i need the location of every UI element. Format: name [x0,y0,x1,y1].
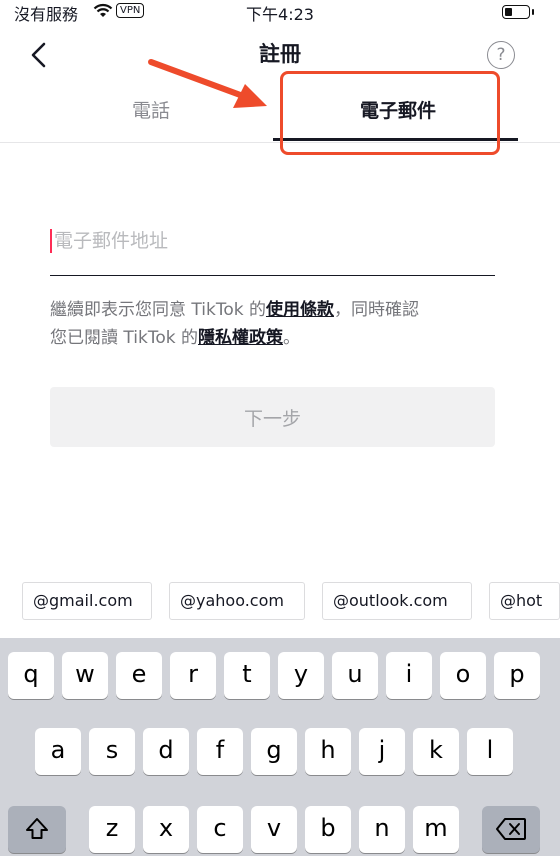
terms-text: 繼續即表示您同意 TikTok 的 [50,300,266,320]
terms-notice: 繼續即表示您同意 TikTok 的使用條款，同時確認 您已閱讀 TikTok 的… [50,296,510,352]
terms-text: ，同時確認 [333,300,419,320]
key-c[interactable]: c [197,806,243,853]
annotation-highlight-box [280,71,500,155]
suggestion-yahoo[interactable]: @yahoo.com [169,582,305,620]
page-title: 註冊 [259,42,301,66]
shift-key[interactable] [8,806,66,853]
keyboard: q w e r t y u i o p a s d f g h j k l z … [0,638,560,856]
clock: 下午4:23 [246,5,314,24]
key-e[interactable]: e [116,652,162,699]
privacy-policy-link[interactable]: 隱私權政策 [198,328,283,348]
key-i[interactable]: i [386,652,432,699]
key-k[interactable]: k [413,728,459,775]
key-a[interactable]: a [35,728,81,775]
key-s[interactable]: s [89,728,135,775]
key-m[interactable]: m [413,806,459,853]
key-y[interactable]: y [278,652,324,699]
help-icon[interactable]: ? [487,41,515,69]
annotation-arrow-icon [148,59,267,108]
input-underline [50,275,495,276]
battery-icon [502,5,534,19]
key-n[interactable]: n [359,806,405,853]
terms-text: 。 [282,328,300,348]
delete-key[interactable] [482,806,540,853]
key-d[interactable]: d [143,728,189,775]
key-w[interactable]: w [62,652,108,699]
suggestion-hotmail[interactable]: @hot [489,582,560,620]
key-f[interactable]: f [197,728,243,775]
email-domain-suggestions: @gmail.com @yahoo.com @outlook.com @hot [0,582,560,622]
status-bar: 沒有服務 VPN 下午4:23 [0,0,560,26]
key-t[interactable]: t [224,652,270,699]
key-j[interactable]: j [359,728,405,775]
suggestion-outlook[interactable]: @outlook.com [322,582,472,620]
key-u[interactable]: u [332,652,378,699]
key-x[interactable]: x [143,806,189,853]
key-p[interactable]: p [494,652,540,699]
email-input[interactable] [50,222,499,260]
key-l[interactable]: l [467,728,513,775]
shift-arrow-icon [26,818,48,839]
key-z[interactable]: z [89,806,135,853]
suggestion-gmail[interactable]: @gmail.com [22,582,152,620]
backspace-icon [496,818,526,840]
key-v[interactable]: v [251,806,297,853]
key-q[interactable]: q [8,652,54,699]
key-o[interactable]: o [440,652,486,699]
terms-of-service-link[interactable]: 使用條款 [266,300,334,320]
terms-text: 您已閱讀 TikTok 的 [50,328,198,348]
next-button[interactable]: 下一步 [50,387,495,447]
text-caret [50,229,52,253]
key-b[interactable]: b [305,806,351,853]
key-g[interactable]: g [251,728,297,775]
key-h[interactable]: h [305,728,351,775]
key-r[interactable]: r [170,652,216,699]
